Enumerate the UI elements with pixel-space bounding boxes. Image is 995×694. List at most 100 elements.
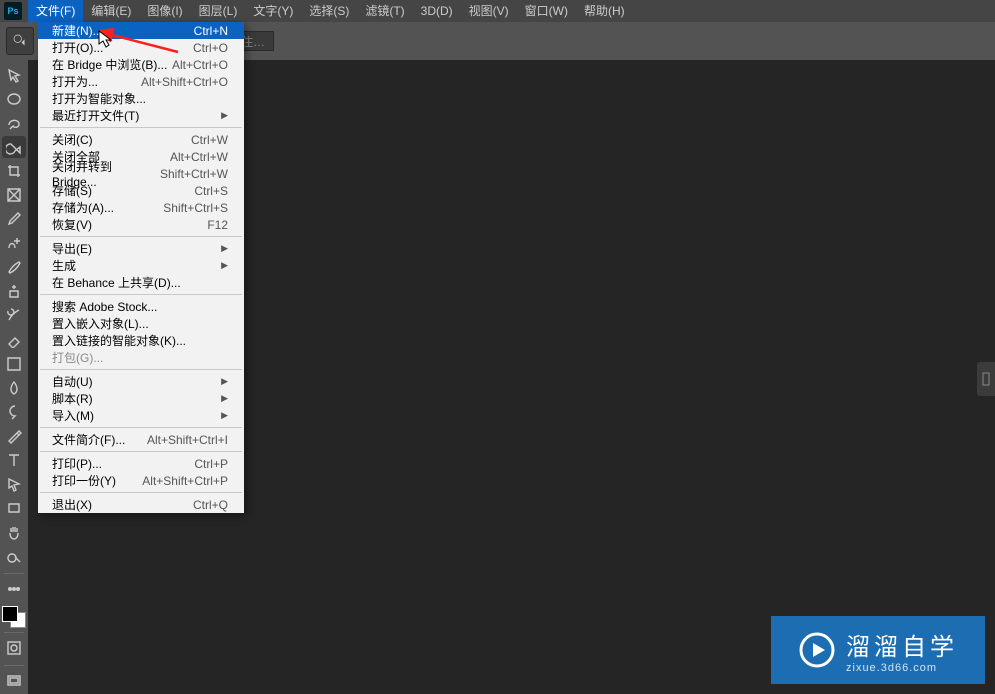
menu-item-label: 生成	[52, 257, 76, 274]
menu-item[interactable]: 退出(X)Ctrl+Q	[38, 496, 244, 513]
menu-item[interactable]: 存储为(A)...Shift+Ctrl+S	[38, 199, 244, 216]
tool-dodge[interactable]	[2, 401, 26, 423]
tool-hand[interactable]	[2, 521, 26, 543]
submenu-arrow-icon: ▶	[221, 393, 228, 404]
menu-item[interactable]: 在 Behance 上共享(D)...	[38, 274, 244, 291]
foreground-color-swatch[interactable]	[2, 606, 18, 622]
app-logo: Ps	[4, 2, 22, 20]
menu-item-label: 最近打开文件(T)	[52, 107, 139, 124]
menu-separator	[40, 236, 242, 237]
tool-marquee-ellipse[interactable]	[2, 88, 26, 110]
menu-separator	[40, 451, 242, 452]
tool-path-select[interactable]	[2, 473, 26, 495]
file-menu-dropdown[interactable]: 新建(N)...Ctrl+N打开(O)...Ctrl+O在 Bridge 中浏览…	[38, 22, 244, 513]
menu-item[interactable]: 生成▶	[38, 257, 244, 274]
right-panel-stub[interactable]	[977, 362, 995, 396]
menu-item-shortcut: Ctrl+S	[194, 184, 228, 198]
menu-separator	[40, 427, 242, 428]
menu-item-label: 导入(M)	[52, 407, 94, 424]
menu-item-shortcut: Ctrl+Q	[193, 498, 228, 512]
menu-separator	[40, 369, 242, 370]
tool-divider	[4, 632, 24, 633]
menu-item-label: 在 Bridge 中浏览(B)...	[52, 56, 167, 73]
menu-item[interactable]: 自动(U)▶	[38, 373, 244, 390]
menubar-item-0[interactable]: 文件(F)	[28, 0, 83, 22]
tool-history-brush[interactable]	[2, 304, 26, 326]
screen-mode-svg	[6, 673, 22, 689]
menu-item-label: 恢复(V)	[52, 216, 92, 233]
menu-item[interactable]: 恢复(V)F12	[38, 216, 244, 233]
menubar-item-5[interactable]: 选择(S)	[301, 0, 357, 22]
tool-zoom[interactable]	[2, 545, 26, 567]
menubar-item-7[interactable]: 3D(D)	[413, 0, 461, 22]
menu-item-label: 打印(P)...	[52, 455, 102, 472]
tool-pen[interactable]	[2, 425, 26, 447]
menu-item[interactable]: 导入(M) ▶	[38, 407, 244, 424]
menu-item[interactable]: 脚本(R)▶	[38, 390, 244, 407]
tool-preset-icon[interactable]	[6, 27, 34, 55]
screen-mode-icon[interactable]	[2, 670, 26, 692]
menu-item[interactable]: 存储(S)Ctrl+S	[38, 182, 244, 199]
menu-item[interactable]: 在 Bridge 中浏览(B)... Alt+Ctrl+O	[38, 56, 244, 73]
menu-item[interactable]: 打印(P)... Ctrl+P	[38, 455, 244, 472]
menu-item-shortcut: Alt+Ctrl+O	[172, 58, 228, 72]
tool-eyedropper[interactable]	[2, 208, 26, 230]
menu-item-label: 关闭(C)	[52, 131, 93, 148]
submenu-arrow-icon: ▶	[221, 243, 228, 254]
menu-item-shortcut: Ctrl+P	[194, 457, 228, 471]
menu-item[interactable]: 置入链接的智能对象(K)...	[38, 332, 244, 349]
eraser-icon	[6, 332, 22, 348]
menu-item-label: 自动(U)	[52, 373, 93, 390]
eyedropper-icon	[6, 211, 22, 227]
path-select-icon	[6, 476, 22, 492]
dots-icon	[6, 581, 22, 597]
submenu-arrow-icon: ▶	[221, 110, 228, 121]
menubar-item-3[interactable]: 图层(L)	[191, 0, 246, 22]
tool-blur[interactable]	[2, 377, 26, 399]
frame-icon	[6, 187, 22, 203]
tool-eraser[interactable]	[2, 329, 26, 351]
menubar-item-2[interactable]: 图像(I)	[139, 0, 190, 22]
menu-item[interactable]: 置入嵌入对象(L)...	[38, 315, 244, 332]
tool-lasso[interactable]	[2, 112, 26, 134]
marquee-ellipse-icon	[6, 91, 22, 107]
menu-item[interactable]: 打印一份(Y)Alt+Shift+Ctrl+P	[38, 472, 244, 489]
menubar-item-1[interactable]: 编辑(E)	[83, 0, 139, 22]
menu-item[interactable]: 打开为智能对象...	[38, 90, 244, 107]
menubar-item-8[interactable]: 视图(V)	[461, 0, 517, 22]
tool-crop[interactable]	[2, 160, 26, 182]
menu-item[interactable]: 新建(N)...Ctrl+N	[38, 22, 244, 39]
quick-mask-icon[interactable]	[2, 637, 26, 659]
menu-item[interactable]: 打开(O)...Ctrl+O	[38, 39, 244, 56]
tool-spot-heal[interactable]	[2, 232, 26, 254]
menu-item[interactable]: 搜索 Adobe Stock...	[38, 298, 244, 315]
menubar-item-6[interactable]: 滤镜(T)	[357, 0, 412, 22]
dodge-icon	[6, 404, 22, 420]
menu-item[interactable]: 导出(E) ▶	[38, 240, 244, 257]
spot-heal-icon	[6, 235, 22, 251]
submenu-arrow-icon: ▶	[221, 410, 228, 421]
menu-item[interactable]: 打开为...Alt+Shift+Ctrl+O	[38, 73, 244, 90]
menu-item[interactable]: 关闭并转到 Bridge...Shift+Ctrl+W	[38, 165, 244, 182]
menu-item[interactable]: 文件简介(F)...Alt+Shift+Ctrl+I	[38, 431, 244, 448]
tool-clone[interactable]	[2, 280, 26, 302]
tool-gradient[interactable]	[2, 353, 26, 375]
color-swatches[interactable]	[2, 606, 26, 628]
edit-toolbar-icon[interactable]	[2, 578, 26, 600]
menu-item-label: 导出(E)	[52, 240, 92, 257]
watermark: 溜溜自学 zixue.3d66.com	[771, 616, 985, 684]
menu-item-shortcut: Shift+Ctrl+S	[163, 201, 228, 215]
menu-separator	[40, 127, 242, 128]
tool-rectangle[interactable]	[2, 497, 26, 519]
menu-item[interactable]: 关闭(C)Ctrl+W	[38, 131, 244, 148]
tool-brush[interactable]	[2, 256, 26, 278]
menubar-item-4[interactable]: 文字(Y)	[245, 0, 301, 22]
menubar-item-9[interactable]: 窗口(W)	[517, 0, 576, 22]
tool-move[interactable]	[2, 64, 26, 86]
tool-frame[interactable]	[2, 184, 26, 206]
menu-item[interactable]: 最近打开文件(T) ▶	[38, 107, 244, 124]
tool-quick-select[interactable]	[2, 136, 26, 158]
tool-type[interactable]	[2, 449, 26, 471]
menubar-item-10[interactable]: 帮助(H)	[576, 0, 633, 22]
tool-strip	[0, 60, 28, 694]
